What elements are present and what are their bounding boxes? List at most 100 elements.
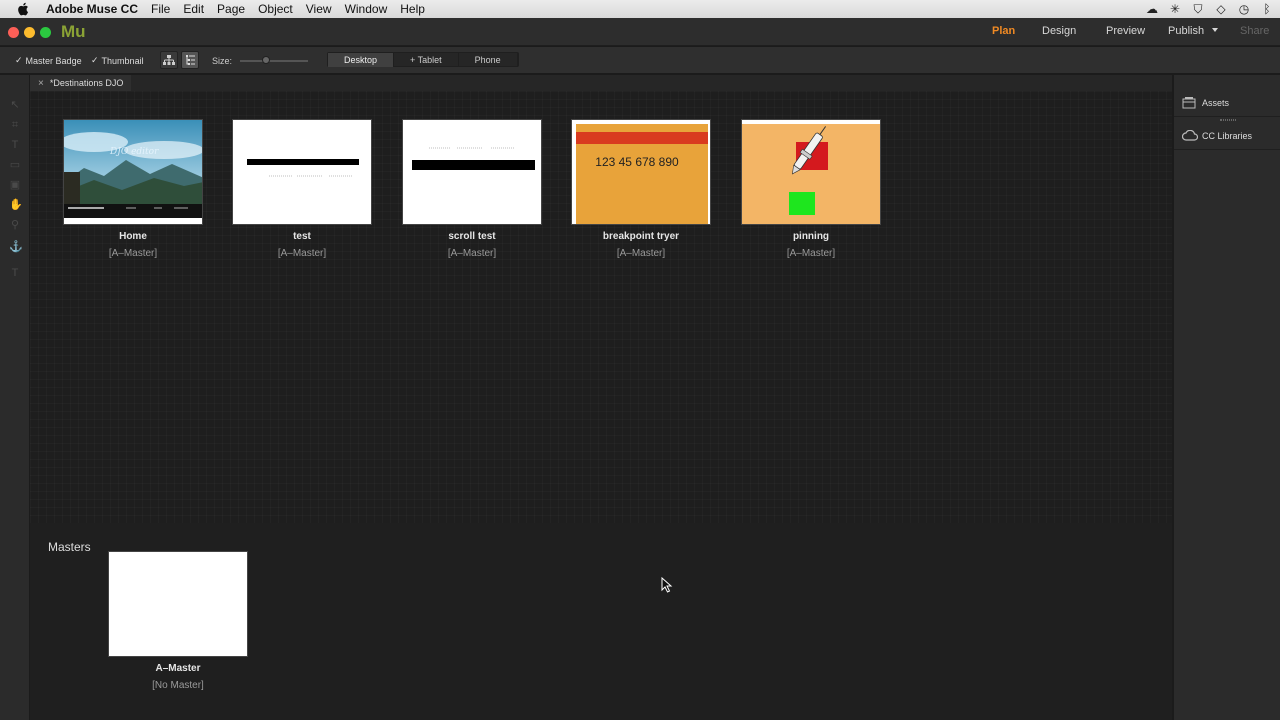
- sitemap-view-button[interactable]: [160, 51, 178, 69]
- mode-share[interactable]: Share: [1240, 25, 1269, 37]
- master-badge-label: Master Badge: [25, 55, 82, 66]
- test-thumbnail-image: [233, 120, 371, 224]
- rectangle-tool-icon[interactable]: ▭: [9, 159, 21, 171]
- hand-tool-icon[interactable]: ✋: [9, 199, 23, 211]
- page-name[interactable]: Home: [63, 231, 203, 242]
- size-label: Size:: [212, 56, 233, 66]
- mode-publish[interactable]: Publish: [1168, 25, 1204, 37]
- menu-file[interactable]: File: [151, 0, 170, 18]
- page-thumbnail[interactable]: DJO editor: [63, 119, 203, 225]
- time-machine-icon[interactable]: ◷: [1237, 2, 1251, 16]
- close-icon[interactable]: ×: [38, 78, 44, 89]
- breakpoint-phone[interactable]: Phone: [459, 53, 518, 67]
- creative-cloud-icon: [1181, 129, 1199, 142]
- crop-tool-icon[interactable]: ⌗: [9, 119, 21, 131]
- mode-design[interactable]: Design: [1042, 25, 1076, 37]
- mouse-cursor-icon: [661, 576, 673, 593]
- page-master: [A–Master]: [277, 248, 327, 259]
- bluetooth-icon[interactable]: ᛒ: [1260, 2, 1274, 16]
- list-view-button[interactable]: [181, 51, 199, 69]
- list-view-icon: [186, 55, 195, 65]
- image-tool-icon[interactable]: ▣: [9, 179, 21, 191]
- chevron-down-icon[interactable]: [1212, 28, 1218, 32]
- zoom-tool-icon[interactable]: ⚲: [9, 219, 21, 231]
- menu-app-name[interactable]: Adobe Muse CC: [46, 0, 138, 18]
- wifi-icon[interactable]: ◇: [1214, 2, 1228, 16]
- size-slider-thumb[interactable]: [262, 56, 270, 64]
- page-thumbnail[interactable]: 123 45 678 890: [571, 119, 711, 225]
- color-swatch-icon[interactable]: ⚓: [9, 241, 23, 253]
- text-format-icon[interactable]: T: [9, 267, 21, 279]
- page-card-scroll-test[interactable]: scroll test [A–Master]: [402, 119, 542, 259]
- status-icons: ☁ ✳ ⛉ ◇ ◷ ᛒ: [1145, 0, 1274, 18]
- shield-icon[interactable]: ⛉: [1191, 2, 1205, 16]
- page-thumbnail[interactable]: [232, 119, 372, 225]
- checkmark-icon: ✓: [15, 55, 23, 65]
- breakpoint-tryer-thumbnail-image: [572, 120, 710, 224]
- pinning-thumbnail-image: [742, 120, 880, 224]
- plan-view: DJO editor Home [A–Master] test [A–Maste…: [30, 91, 1172, 720]
- menu-page[interactable]: Page: [217, 0, 245, 18]
- minimize-window-button[interactable]: [24, 27, 35, 38]
- apple-icon[interactable]: [16, 2, 30, 16]
- page-name[interactable]: breakpoint tryer: [571, 231, 711, 242]
- document-tab-bar: × *Destinations DJO: [30, 75, 1172, 91]
- menu-window[interactable]: Window: [345, 0, 388, 18]
- grid-icon[interactable]: ✳: [1168, 2, 1182, 16]
- page-card-breakpoint-tryer[interactable]: 123 45 678 890 breakpoint tryer [A–Maste…: [571, 119, 711, 259]
- panel-grip-icon[interactable]: [1220, 119, 1236, 121]
- app-title-bar: Mu Plan Design Preview Publish Share: [0, 18, 1280, 46]
- menu-edit[interactable]: Edit: [183, 0, 204, 18]
- tools-panel: ↖ ⌗ T ▭ ▣ ✋ ⚲ ⚓ T: [0, 75, 30, 720]
- master-card-a-master[interactable]: A–Master [No Master]: [108, 551, 248, 691]
- cc-libraries-panel-tab[interactable]: CC Libraries: [1174, 122, 1280, 150]
- cc-libraries-label: CC Libraries: [1202, 130, 1253, 141]
- page-card-home[interactable]: DJO editor Home [A–Master]: [63, 119, 203, 259]
- menu-view[interactable]: View: [306, 0, 332, 18]
- menu-object[interactable]: Object: [258, 0, 293, 18]
- mode-plan[interactable]: Plan: [992, 25, 1015, 37]
- thumbnail-checkbox[interactable]: ✓ Thumbnail: [91, 55, 144, 66]
- page-master: [A–Master]: [786, 248, 836, 259]
- page-thumbnail[interactable]: [741, 119, 881, 225]
- page-card-pinning[interactable]: pinning [A–Master]: [741, 119, 881, 259]
- close-window-button[interactable]: [8, 27, 19, 38]
- master-parent: [No Master]: [152, 680, 204, 691]
- page-thumbnail[interactable]: [402, 119, 542, 225]
- breakpoint-tabs: Desktop + Tablet Phone: [327, 52, 519, 67]
- page-name[interactable]: scroll test: [402, 231, 542, 242]
- thumbnail-text: 123 45 678 890: [595, 155, 679, 169]
- sitemap-icon: [163, 55, 175, 65]
- document-title: *Destinations DJO: [49, 78, 124, 88]
- page-master: [A–Master]: [447, 248, 497, 259]
- menu-help[interactable]: Help: [400, 0, 425, 18]
- thumbnail-label: Thumbnail: [101, 55, 144, 66]
- plan-toolbar: ✓ Master Badge ✓ Thumbnail Size: Desktop…: [0, 47, 1280, 74]
- breakpoint-desktop[interactable]: Desktop: [328, 53, 395, 67]
- text-tool-icon[interactable]: T: [9, 139, 21, 151]
- page-name[interactable]: pinning: [741, 231, 881, 242]
- checkmark-icon: ✓: [91, 55, 99, 65]
- page-master: [A–Master]: [108, 248, 158, 259]
- document-tab[interactable]: × *Destinations DJO: [30, 75, 132, 91]
- svg-text:DJO editor: DJO editor: [109, 147, 159, 157]
- assets-icon: [1182, 96, 1196, 109]
- home-thumbnail-image: DJO editor: [64, 120, 202, 224]
- page-name[interactable]: test: [232, 231, 372, 242]
- breakpoint-tablet[interactable]: + Tablet: [394, 53, 459, 67]
- master-badge-checkbox[interactable]: ✓ Master Badge: [15, 55, 82, 66]
- right-panel: Assets CC Libraries: [1173, 75, 1280, 720]
- master-name[interactable]: A–Master: [108, 663, 248, 674]
- selection-tool-icon[interactable]: ↖: [9, 99, 21, 111]
- size-slider[interactable]: [240, 60, 308, 62]
- assets-label: Assets: [1202, 97, 1230, 108]
- scroll-test-thumbnail-image: [403, 120, 541, 224]
- creative-cloud-icon[interactable]: ☁: [1145, 2, 1159, 16]
- assets-panel-tab[interactable]: Assets: [1174, 89, 1280, 117]
- mode-preview[interactable]: Preview: [1106, 25, 1145, 37]
- muse-logo: Mu: [61, 22, 86, 41]
- master-thumbnail[interactable]: [108, 551, 248, 657]
- page-card-test[interactable]: test [A–Master]: [232, 119, 372, 259]
- maximize-window-button[interactable]: [40, 27, 51, 38]
- menu-bar: Adobe Muse CC File Edit Page Object View…: [0, 0, 1280, 18]
